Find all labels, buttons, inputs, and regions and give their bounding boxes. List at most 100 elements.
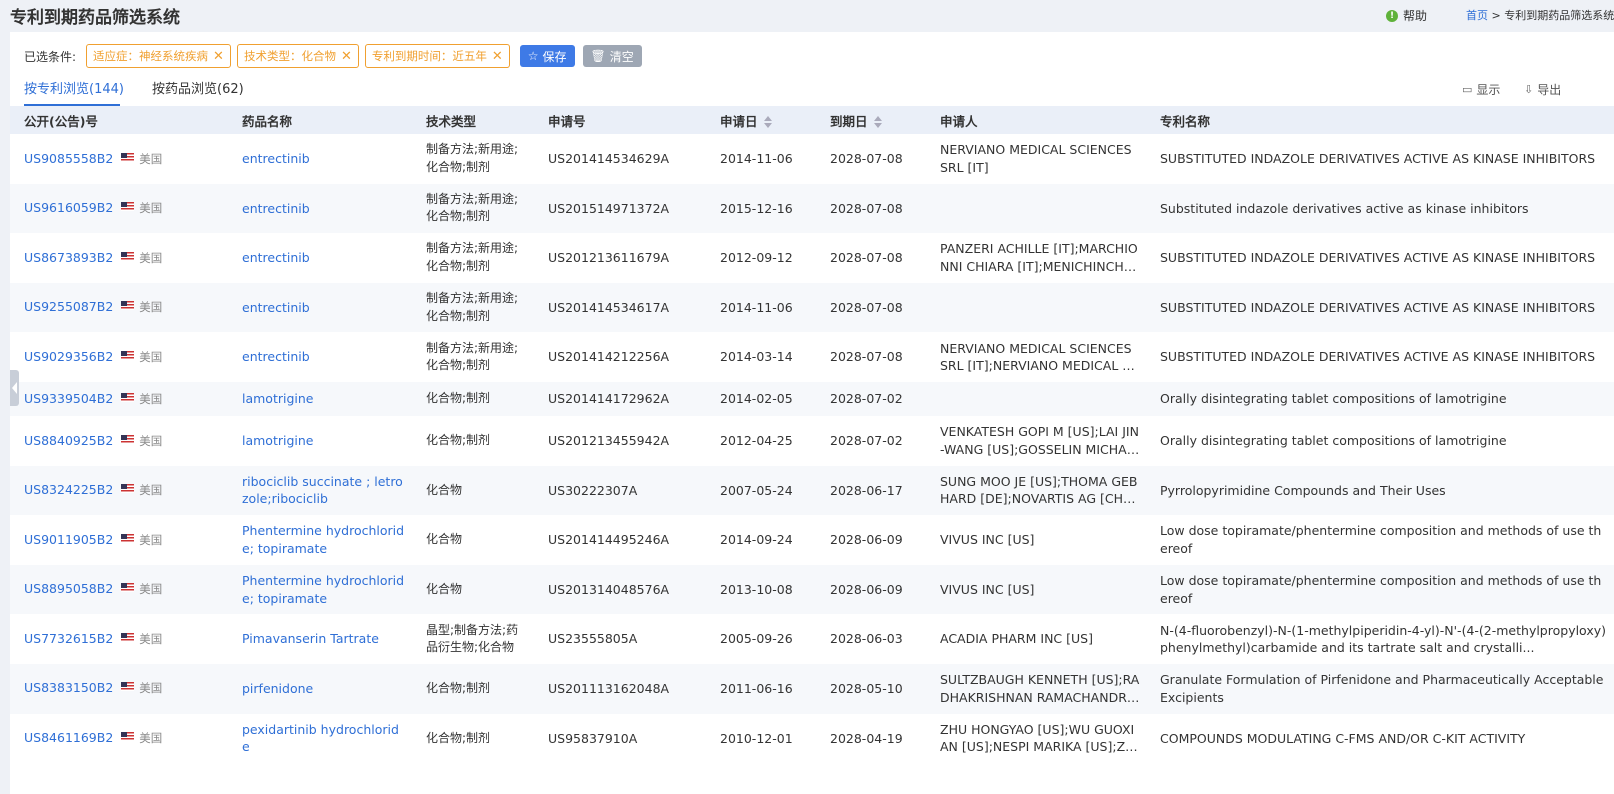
tab-by-drug[interactable]: 按药品浏览(62) xyxy=(152,78,244,97)
cell-applicant: SULTZBAUGH KENNETH [US];RADHAKRISHNAN RA… xyxy=(926,663,1146,714)
col-header-drug: 药品名称 xyxy=(228,106,412,134)
cell-pub-no: US9255087B2 美国 xyxy=(10,282,228,333)
star-icon: ☆ xyxy=(527,49,539,63)
patent-title-text: SUBSTITUTED INDAZOLE DERIVATIVES ACTIVE … xyxy=(1160,151,1596,167)
tab-by-patent[interactable]: 按专利浏览(144) xyxy=(24,78,124,97)
export-label: 导出 xyxy=(1537,83,1562,97)
col-header-app-date[interactable]: 申请日 xyxy=(706,106,816,134)
patent-link[interactable]: US9029356B2 xyxy=(24,349,113,364)
display-label: 显示 xyxy=(1476,83,1501,97)
applicant-text: ZHU HONGYAO [US];WU GUOXIAN [US];NESPI M… xyxy=(940,721,1135,755)
close-icon[interactable]: ✕ xyxy=(492,49,503,64)
drug-link[interactable]: ribociclib succinate ; letrozole;ribocic… xyxy=(242,473,406,508)
sort-icon[interactable] xyxy=(763,116,772,128)
cell-drug: Phentermine hydrochloride; topiramate xyxy=(228,564,412,615)
drug-link[interactable]: Phentermine hydrochloride; topiramate xyxy=(242,572,406,607)
cell-app-date: 2014-11-06 xyxy=(720,151,793,167)
cell-pub-no: US8840925B2 美国 xyxy=(10,416,228,466)
country-label: 美国 xyxy=(139,582,163,597)
export-button[interactable]: ⇩ 导出 xyxy=(1524,81,1561,98)
patent-link[interactable]: US8324225B2 xyxy=(24,482,113,497)
sort-icon[interactable] xyxy=(873,116,882,128)
cell-app-date: 2014-02-05 xyxy=(706,381,816,416)
drug-link[interactable]: lamotrigine xyxy=(242,390,406,408)
drug-link[interactable]: entrectinib xyxy=(242,348,406,366)
filter-tag-label: 适应症：神经系统疾病 xyxy=(93,49,209,63)
drug-link[interactable]: pirfenidone xyxy=(242,680,406,698)
tech-type-text: 制备方法;新用途;化合物;制剂 xyxy=(426,142,519,174)
close-icon[interactable]: ✕ xyxy=(341,49,352,64)
tech-type-text: 制备方法;新用途;化合物;制剂 xyxy=(426,191,519,224)
patent-link[interactable]: US8383150B2 xyxy=(24,680,113,695)
drug-link[interactable]: Pimavanserin Tartrate xyxy=(242,630,406,648)
filter-bar: 已选条件: 适应症：神经系统疾病 ✕ 技术类型：化合物 ✕ 专利到期时间：近五年 ✕ … xyxy=(24,44,642,68)
country-label: 美国 xyxy=(139,151,163,166)
cell-applicant: VENKATESH GOPI M [US];LAI JIN-WANG [US];… xyxy=(926,416,1146,466)
cell-applicant xyxy=(926,183,1146,234)
cell-title: Orally disintegrating tablet composition… xyxy=(1146,381,1614,416)
cell-exp-date: 2028-07-08 xyxy=(830,349,903,365)
filter-tag-label: 专利到期时间：近五年 xyxy=(371,49,487,63)
patent-link[interactable]: US7732615B2 xyxy=(24,631,113,646)
drug-link[interactable]: entrectinib xyxy=(242,150,406,168)
top-bar: 专利到期药品筛选系统 ! 帮助 首页 > 专利到期药品筛选系统 xyxy=(0,0,1614,32)
drug-link[interactable]: Phentermine hydrochloride; topiramate xyxy=(242,522,406,557)
patent-link[interactable]: US9616059B2 xyxy=(24,200,113,215)
col-header-exp-date[interactable]: 到期日 xyxy=(816,106,926,134)
patent-link[interactable]: US8895058B2 xyxy=(24,581,113,596)
save-button[interactable]: ☆ 保存 xyxy=(519,45,575,67)
us-flag-icon xyxy=(121,484,135,494)
cell-app-date: 2014-03-14 xyxy=(720,349,793,365)
cell-tech: 晶型;制备方法;药品衍生物;化合物 xyxy=(412,614,534,664)
patent-link[interactable]: US9085558B2 xyxy=(24,151,113,166)
filter-label: 已选条件: xyxy=(24,49,77,64)
cell-app-no: US201113162048A xyxy=(534,663,706,714)
tech-type-text: 化合物;制剂 xyxy=(426,391,491,406)
patent-link[interactable]: US8840925B2 xyxy=(24,433,113,448)
table-row: US9011905B2 美国 Phentermine hydrochloride; … xyxy=(10,515,1614,565)
table-row: US9255087B2 美国 entrectinib 制备方法;新用途;化合物;制剂 U… xyxy=(10,282,1614,333)
cell-drug: ribociclib succinate ; letrozole;ribocic… xyxy=(228,465,412,516)
help-link[interactable]: ! 帮助 xyxy=(1386,7,1427,24)
drug-link[interactable]: pexidartinib hydrochloride xyxy=(242,721,406,756)
cell-app-date: 2011-06-16 xyxy=(706,663,816,714)
patent-link[interactable]: US9011905B2 xyxy=(24,532,113,547)
table-row: US9085558B2 美国 entrectinib 制备方法;新用途;化合物;制剂 U… xyxy=(10,134,1614,184)
col-header-label: 到期日 xyxy=(830,113,868,129)
drug-link[interactable]: entrectinib xyxy=(242,249,406,267)
tech-type-text: 制备方法;新用途;化合物;制剂 xyxy=(426,340,519,373)
close-icon[interactable]: ✕ xyxy=(213,49,224,64)
cell-drug: pirfenidone xyxy=(228,663,412,714)
cell-exp-date: 2028-07-08 xyxy=(816,282,926,333)
drug-link[interactable]: entrectinib xyxy=(242,200,406,218)
cell-exp-date: 2028-04-19 xyxy=(830,730,903,746)
help-icon: ! xyxy=(1386,9,1398,22)
country-label: 美国 xyxy=(139,433,163,448)
display-button[interactable]: ▭ 显示 xyxy=(1462,81,1500,98)
breadcrumb-home[interactable]: 首页 xyxy=(1466,9,1488,22)
patent-table: 公开(公告)号 药品名称 技术类型 申请号 申请日 到期日 申请人 专利名称 U… xyxy=(10,106,1614,763)
applicant-text: NERVIANO MEDICAL SCIENCES SRL [IT] xyxy=(940,142,1132,175)
col-header-pub-no: 公开(公告)号 xyxy=(10,106,228,134)
patent-link[interactable]: US8673893B2 xyxy=(24,250,113,265)
cell-drug: lamotrigine xyxy=(228,381,412,416)
save-button-label: 保存 xyxy=(542,49,567,64)
applicant-text: VENKATESH GOPI M [US];LAI JIN-WANG [US];… xyxy=(940,424,1139,457)
cell-pub-no: US8673893B2 美国 xyxy=(10,233,228,283)
col-header-applicant: 申请人 xyxy=(926,106,1146,134)
drug-link[interactable]: entrectinib xyxy=(242,299,406,317)
sidebar-collapse-handle[interactable] xyxy=(10,370,19,406)
drug-link[interactable]: lamotrigine xyxy=(242,432,406,450)
patent-link[interactable]: US8461169B2 xyxy=(24,730,113,745)
cell-app-no: US95837910A xyxy=(548,730,638,746)
applicant-text: ACADIA PHARM INC [US] xyxy=(940,631,1093,647)
clear-button[interactable]: 🗑 清空 xyxy=(582,45,642,67)
cell-tech: 化合物 xyxy=(412,515,534,565)
patent-link[interactable]: US9339504B2 xyxy=(24,391,113,406)
filter-tag-expiry: 专利到期时间：近五年 ✕ xyxy=(364,44,510,68)
patent-link[interactable]: US9255087B2 xyxy=(24,299,113,314)
cell-applicant xyxy=(926,282,1146,333)
cell-exp-date: 2028-06-09 xyxy=(830,532,903,548)
us-flag-icon xyxy=(121,152,135,162)
cell-tech: 化合物;制剂 xyxy=(412,381,534,416)
